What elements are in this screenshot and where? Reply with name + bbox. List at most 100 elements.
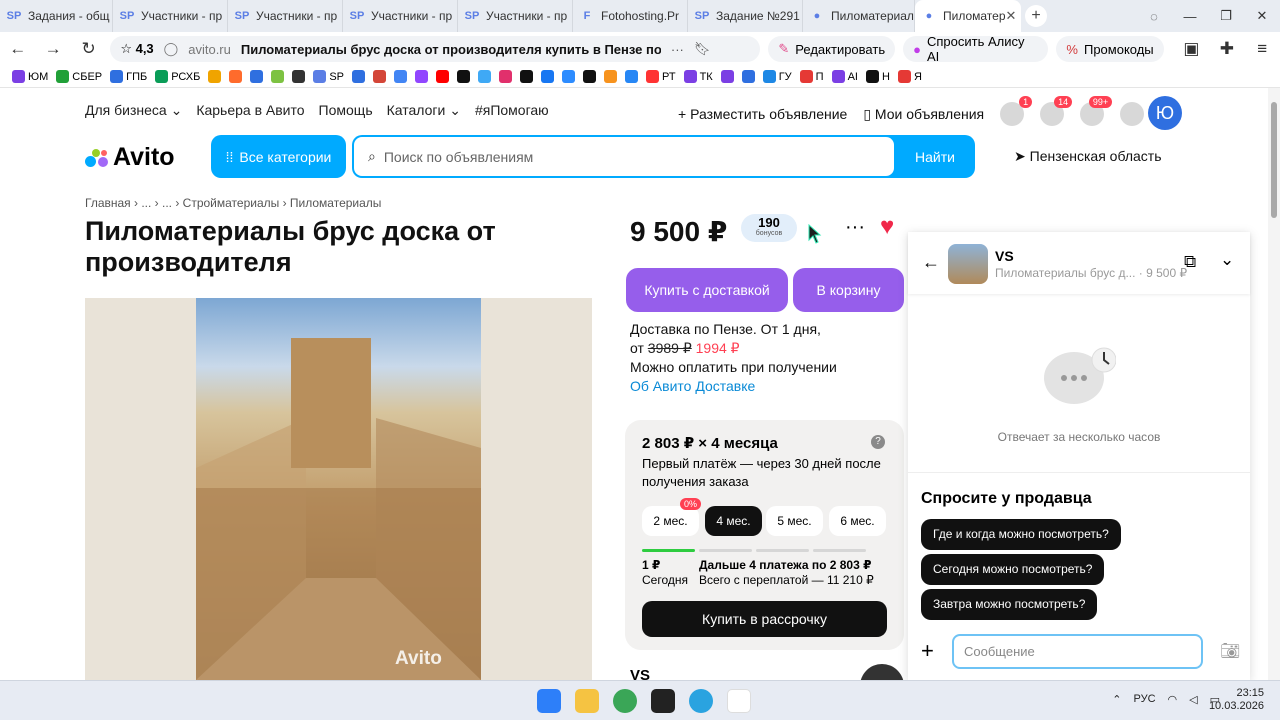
bookmark-item[interactable] xyxy=(352,70,366,83)
bookmark-item[interactable]: П xyxy=(799,70,824,83)
edge-icon[interactable] xyxy=(613,689,637,713)
bookmark-item[interactable] xyxy=(292,70,306,83)
quick-question-2[interactable]: Сегодня можно посмотреть? xyxy=(921,554,1105,585)
app-h-icon[interactable] xyxy=(651,689,675,713)
bookmark-item[interactable] xyxy=(394,70,408,83)
cart-icon[interactable] xyxy=(1120,102,1145,126)
star-rating[interactable]: ☆ 4,3 xyxy=(120,41,153,57)
browser-tab[interactable]: SP Задание №291 xyxy=(688,0,803,32)
close-window-button[interactable]: ✕ xyxy=(1244,8,1280,24)
month-option-6[interactable]: 6 мес. xyxy=(829,506,886,536)
minimize-button[interactable]: — xyxy=(1172,9,1208,24)
gallery-icon[interactable]: ▣ xyxy=(1174,39,1209,59)
forward-icon[interactable]: → xyxy=(35,39,70,59)
seller-avatar[interactable] xyxy=(860,664,904,680)
browser-tab[interactable]: SP Участники - пр xyxy=(113,0,228,32)
bookmark-item[interactable] xyxy=(250,70,264,83)
attach-plus-icon[interactable]: + xyxy=(921,638,934,664)
quick-question-1[interactable]: Где и когда можно посмотреть? xyxy=(921,519,1121,550)
language-indicator[interactable]: РУС xyxy=(1133,693,1155,706)
close-tab-icon[interactable]: ✕ xyxy=(1006,8,1017,24)
bookmark-item[interactable]: ТК xyxy=(683,70,713,83)
favorites-heart-icon[interactable]: 1 xyxy=(1000,96,1033,126)
browser-tab[interactable]: SP Участники - пр xyxy=(343,0,458,32)
wifi-icon[interactable]: ◠ xyxy=(1168,693,1178,706)
nav-catalogs[interactable]: Каталоги ⌄ xyxy=(387,102,461,119)
new-tab-button[interactable]: + xyxy=(1025,5,1047,27)
bookmark-icon[interactable]: 🔖︎ xyxy=(694,41,711,57)
bookmark-item[interactable]: РСХБ xyxy=(155,70,200,83)
favorite-heart-icon[interactable]: ♥ xyxy=(880,213,894,241)
nav-help[interactable]: Помощь xyxy=(319,102,373,119)
bookmark-item[interactable] xyxy=(499,70,513,83)
nav-business[interactable]: Для бизнеса ⌄ xyxy=(85,102,182,119)
back-icon[interactable]: ← xyxy=(0,39,35,59)
bookmark-item[interactable]: SP xyxy=(313,70,344,83)
browser-tab[interactable]: SP Участники - пр xyxy=(228,0,343,32)
search-button[interactable]: Найти xyxy=(895,135,975,178)
bookmark-item[interactable] xyxy=(583,70,597,83)
volume-icon[interactable]: ◁ xyxy=(1189,693,1197,706)
bookmark-item[interactable]: ЮМ xyxy=(12,70,48,83)
reload-icon[interactable]: ↻ xyxy=(71,39,106,59)
add-to-cart-button[interactable]: В корзину xyxy=(793,268,904,312)
bookmark-item[interactable]: СБЕР xyxy=(56,70,102,83)
bookmark-item[interactable] xyxy=(478,70,492,83)
photo-gallery[interactable]: Avito xyxy=(85,298,592,680)
page-scrollbar[interactable] xyxy=(1268,88,1280,680)
bookmark-item[interactable] xyxy=(520,70,534,83)
bookmark-item[interactable]: ГПБ xyxy=(110,70,147,83)
bookmark-item[interactable] xyxy=(208,70,222,83)
promocodes-button[interactable]: % Промокоды xyxy=(1056,36,1164,62)
profile-icon[interactable]: ◌ xyxy=(1136,9,1172,24)
bonus-badge[interactable]: 190 бонусов xyxy=(741,214,797,242)
month-option-4[interactable]: 4 мес. xyxy=(705,506,762,536)
extensions-icon[interactable]: ✚ xyxy=(1209,39,1244,59)
edit-button[interactable]: ✎ Редактировать xyxy=(768,36,896,62)
avito-logo[interactable]: Avito xyxy=(85,143,175,172)
url-page-title[interactable]: Пиломатериалы брус доска от производител… xyxy=(241,42,661,57)
browser-tab[interactable]: SP Задания - общ xyxy=(0,0,113,32)
region-selector[interactable]: ➤ Пензенская область xyxy=(1014,148,1162,165)
lumber-photo[interactable] xyxy=(196,298,481,680)
clock[interactable]: 23:15 10.03.2026 xyxy=(1209,687,1264,713)
bookmark-item[interactable]: ГУ xyxy=(762,70,792,83)
camera-icon[interactable]: 📷︎ xyxy=(1220,641,1240,661)
notifications-bell-icon[interactable]: 14 xyxy=(1040,96,1073,126)
browser-tab[interactable]: SP Участники - пр xyxy=(458,0,573,32)
bookmark-item[interactable] xyxy=(271,70,285,83)
item-thumbnail[interactable] xyxy=(948,244,988,284)
maximize-button[interactable]: ❐ xyxy=(1208,8,1244,24)
browser-tab[interactable]: ● Пиломатериал xyxy=(803,0,915,32)
my-ads-link[interactable]: ▯ Мои объявления xyxy=(863,106,984,123)
bookmark-item[interactable] xyxy=(604,70,618,83)
bookmark-item[interactable] xyxy=(457,70,471,83)
nav-career[interactable]: Карьера в Авито xyxy=(196,102,304,119)
buy-with-delivery-button[interactable]: Купить с доставкой xyxy=(626,268,788,312)
message-input[interactable]: Сообщение xyxy=(952,634,1203,669)
month-option-2[interactable]: 2 мес. xyxy=(642,506,699,536)
quick-question-3[interactable]: Завтра можно посмотреть? xyxy=(921,589,1098,620)
chevron-down-icon[interactable]: ⌄ xyxy=(1220,250,1234,270)
telegram-icon[interactable] xyxy=(689,689,713,713)
ask-alice-button[interactable]: ● Спросить Алису AI xyxy=(903,34,1049,64)
bookmark-item[interactable] xyxy=(741,70,755,83)
about-delivery-link[interactable]: Об Авито Доставке xyxy=(630,377,837,396)
bookmark-item[interactable] xyxy=(562,70,576,83)
url-box[interactable]: ☆ 4,3 ◯ avito.ru Пиломатериалы брус доск… xyxy=(110,36,761,62)
help-question-icon[interactable]: ? xyxy=(871,435,885,449)
bookmark-item[interactable] xyxy=(625,70,639,83)
bookmark-item[interactable]: AI xyxy=(831,70,858,83)
nav-help-hashtag[interactable]: #яПомогаю xyxy=(475,102,549,119)
buy-installment-button[interactable]: Купить в рассрочку xyxy=(642,601,887,637)
seller-name[interactable]: VS xyxy=(630,667,650,680)
back-arrow-icon[interactable]: ← xyxy=(922,252,940,273)
month-option-5[interactable]: 5 мес. xyxy=(766,506,823,536)
all-categories-button[interactable]: ⁞⁞ Все категории xyxy=(211,135,346,178)
search-input[interactable]: ⌕ Поиск по объявлениям xyxy=(354,137,894,176)
bookmark-item[interactable] xyxy=(541,70,555,83)
open-external-icon[interactable]: ⧉ xyxy=(1184,252,1196,272)
more-dots-icon[interactable]: ··· xyxy=(671,42,684,57)
user-avatar[interactable]: Ю xyxy=(1148,96,1182,130)
bookmark-item[interactable] xyxy=(373,70,387,83)
